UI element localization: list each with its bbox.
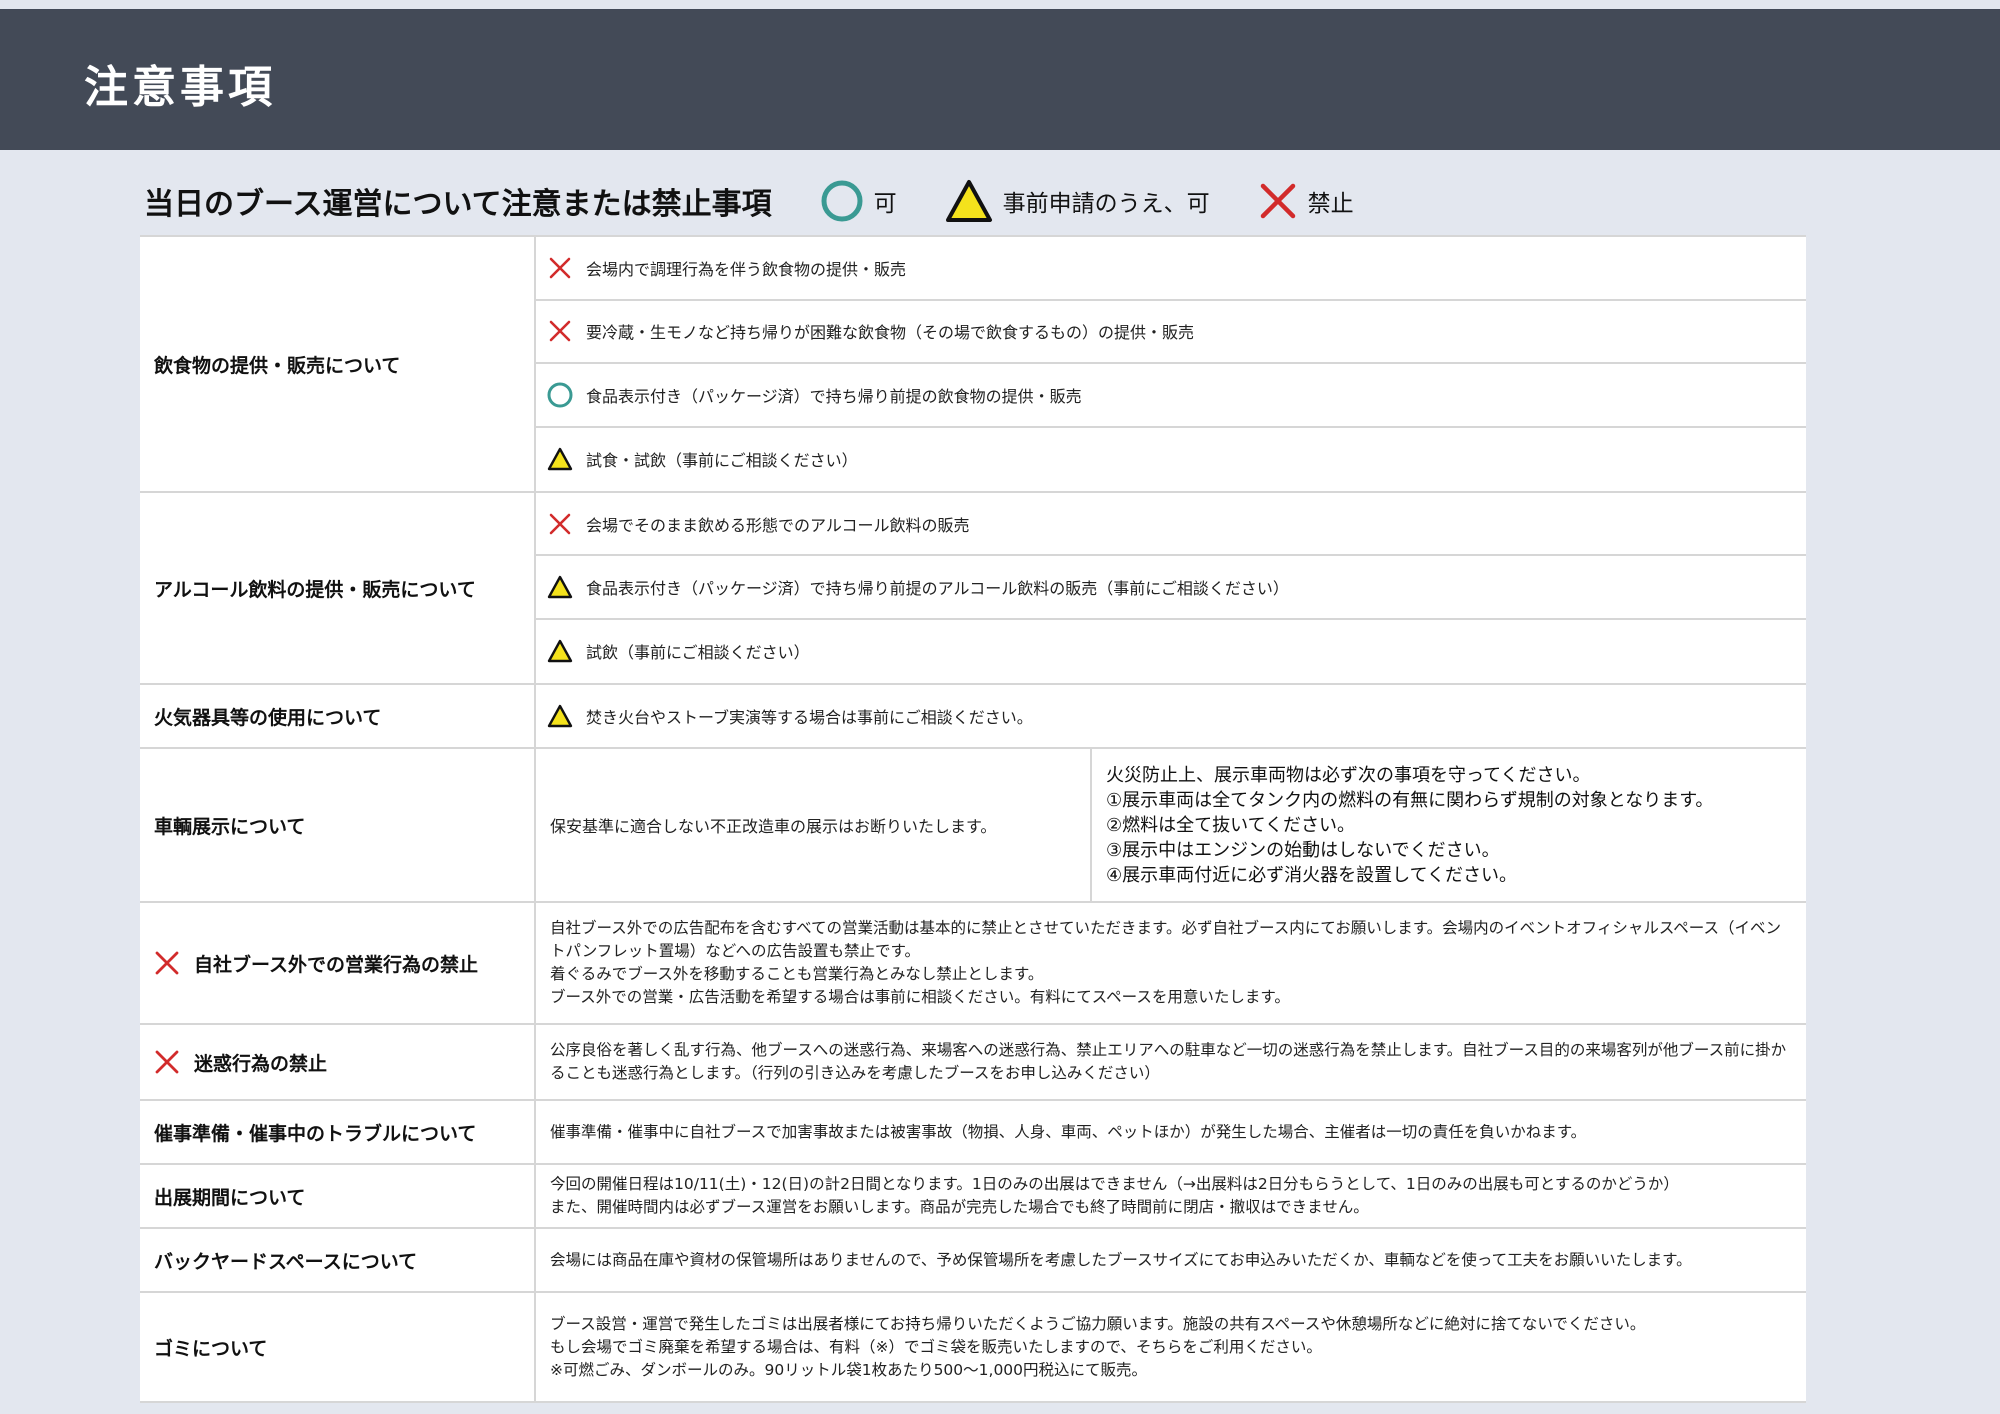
- description-line: 自社ブース外での広告配布を含むすべての営業活動は基本的に禁止とさせていただきます…: [550, 919, 1782, 960]
- category-label: 自社ブース外での営業行為の禁止: [140, 903, 536, 1023]
- category-text: 自社ブース外での営業行為の禁止: [194, 953, 479, 976]
- page-header: 注意事項: [0, 9, 2000, 150]
- item-text: 要冷蔵・生モノなど持ち帰りが困難な飲食物（その場で飲食するもの）の提供・販売: [586, 323, 1195, 343]
- vehicle-details: 保安基準に適合しない不正改造車の展示はお断りいたします。 火災防止上、展示車両物…: [536, 749, 1806, 901]
- item-text: 会場内で調理行為を伴う飲食物の提供・販売: [586, 259, 907, 279]
- vehicle-rule-line: ②燃料は全て抜いてください。: [1106, 814, 1356, 836]
- list-item: 試食・試飲（事前にご相談ください）: [536, 428, 1806, 491]
- description-line: 今回の開催日程は10/11(土)・12(日)の計2日間となります。1日のみの出展…: [550, 1175, 1679, 1193]
- cross-icon: [1260, 183, 1295, 219]
- description-line: ※可燃ごみ、ダンボールのみ。90リットル袋1枚あたり500〜1,000円税込にて…: [550, 1360, 1148, 1379]
- row-description: 今回の開催日程は10/11(土)・12(日)の計2日間となります。1日のみの出展…: [536, 1165, 1806, 1227]
- table-row-garbage: ゴミについて ブース設営・運営で発生したゴミは出展者様にてお持ち帰りいただくよう…: [140, 1293, 1806, 1401]
- table-row-trouble: 催事準備・催事中のトラブルについて 催事準備・催事中に自社ブースで加害事故または…: [140, 1101, 1806, 1165]
- triangle-icon: [547, 448, 573, 471]
- row-description: 自社ブース外での広告配布を含むすべての営業活動は基本的に禁止とさせていただきます…: [536, 903, 1806, 1023]
- vehicle-rule-line: 火災防止上、展示車両物は必ず次の事項を守ってください。: [1106, 764, 1591, 786]
- legend-conditional-label: 事前申請のうえ、可: [1002, 191, 1210, 217]
- triangle-icon: [547, 640, 573, 663]
- item-list: 焚き火台やストーブ実演等する場合は事前にご相談ください。: [536, 685, 1806, 747]
- item-text: 食品表示付き（パッケージ済）で持ち帰り前提のアルコール飲料の販売（事前にご相談く…: [586, 579, 1289, 599]
- row-description: 公序良俗を著しく乱す行為、他ブースへの迷惑行為、来場客への迷惑行為、禁止エリアへ…: [536, 1025, 1806, 1099]
- description-line: また、開催時間内は必ずブース運営をお願いします。商品が完売した場合でも終了時間前…: [550, 1198, 1369, 1216]
- vehicle-rule-line: ①展示車両は全てタンク内の燃料の有無に関わらず規制の対象となります。: [1106, 789, 1714, 811]
- item-list: 会場内で調理行為を伴う飲食物の提供・販売 要冷蔵・生モノなど持ち帰りが困難な飲食…: [536, 237, 1806, 491]
- top-strip: [0, 0, 2000, 9]
- cross-icon: [155, 1050, 179, 1074]
- row-description: 会場には商品在庫や資材の保管場所はありませんので、予め保管場所を考慮したブースサ…: [536, 1229, 1806, 1291]
- cross-icon: [549, 320, 571, 342]
- list-item: 焚き火台やストーブ実演等する場合は事前にご相談ください。: [536, 685, 1806, 747]
- vehicle-rules: 火災防止上、展示車両物は必ず次の事項を守ってください。 ①展示車両は全てタンク内…: [1092, 749, 1806, 901]
- row-description: ブース設営・運営で発生したゴミは出展者様にてお持ち帰りいただくようご協力願います…: [536, 1293, 1806, 1401]
- description-line: 公序良俗を著しく乱す行為、他ブースへの迷惑行為、来場客への迷惑行為、禁止エリアへ…: [550, 1041, 1787, 1082]
- item-text: 食品表示付き（パッケージ済）で持ち帰り前提の飲食物の提供・販売: [586, 386, 1082, 406]
- category-label: 迷惑行為の禁止: [140, 1025, 536, 1099]
- section-heading: 当日のブース運営について注意または禁止事項 可 事前申請のうえ、可 禁止: [144, 178, 1354, 224]
- table-row-food: 飲食物の提供・販売について 会場内で調理行為を伴う飲食物の提供・販売 要冷蔵・生…: [140, 237, 1806, 493]
- category-label: 飲食物の提供・販売について: [140, 237, 536, 491]
- list-item: 要冷蔵・生モノなど持ち帰りが困難な飲食物（その場で飲食するもの）の提供・販売: [536, 301, 1806, 364]
- item-text: 焚き火台やストーブ実演等する場合は事前にご相談ください。: [586, 708, 1033, 727]
- category-label: 催事準備・催事中のトラブルについて: [140, 1101, 536, 1163]
- legend-ok: 可: [820, 179, 897, 223]
- triangle-icon: [945, 180, 992, 222]
- item-text: 試飲（事前にご相談ください）: [586, 643, 810, 663]
- vehicle-note: 保安基準に適合しない不正改造車の展示はお断りいたします。: [536, 749, 1092, 901]
- table-row-sales: 自社ブース外での営業行為の禁止 自社ブース外での広告配布を含むすべての営業活動は…: [140, 903, 1806, 1025]
- list-item: 食品表示付き（パッケージ済）で持ち帰り前提の飲食物の提供・販売: [536, 364, 1806, 428]
- legend-prohibited-label: 禁止: [1307, 191, 1354, 217]
- legend-prohibited: 禁止: [1258, 181, 1354, 221]
- cross-icon: [155, 951, 179, 975]
- vehicle-rule-line: ④展示車両付近に必ず消火器を設置してください。: [1106, 864, 1518, 886]
- description-line: 会場には商品在庫や資材の保管場所はありませんので、予め保管場所を考慮したブースサ…: [550, 1250, 1692, 1269]
- item-text: 会場でそのまま飲める形態でのアルコール飲料の販売: [586, 515, 970, 535]
- description-line: ブース外での営業・広告活動を希望する場合は事前に相談ください。有料にてスペースを…: [550, 988, 1290, 1006]
- table-row-vehicle: 車輌展示について 保安基準に適合しない不正改造車の展示はお断りいたします。 火災…: [140, 749, 1806, 903]
- category-text: 迷惑行為の禁止: [194, 1052, 328, 1075]
- category-label: 車輌展示について: [140, 749, 536, 901]
- section-title: 当日のブース運営について注意または禁止事項: [144, 187, 772, 222]
- legend-ok-label: 可: [873, 191, 897, 217]
- item-list: 会場でそのまま飲める形態でのアルコール飲料の販売 食品表示付き（パッケージ済）で…: [536, 493, 1806, 683]
- table-row-backyard: バックヤードスペースについて 会場には商品在庫や資材の保管場所はありませんので、…: [140, 1229, 1806, 1293]
- description-line: 催事準備・催事中に自社ブースで加害事故または被害事故（物損、人身、車両、ペットほ…: [550, 1122, 1587, 1141]
- triangle-icon: [547, 704, 573, 728]
- table-row-fire: 火気器具等の使用について 焚き火台やストーブ実演等する場合は事前にご相談ください…: [140, 685, 1806, 749]
- cross-icon: [549, 257, 571, 279]
- list-item: 会場内で調理行為を伴う飲食物の提供・販売: [536, 237, 1806, 301]
- cross-icon: [549, 513, 571, 534]
- list-item: 会場でそのまま飲める形態でのアルコール飲料の販売: [536, 493, 1806, 557]
- category-label: バックヤードスペースについて: [140, 1229, 536, 1291]
- list-item: 試飲（事前にご相談ください）: [536, 620, 1806, 683]
- item-text: 試食・試飲（事前にご相談ください）: [586, 451, 858, 471]
- rules-table: 飲食物の提供・販売について 会場内で調理行為を伴う飲食物の提供・販売 要冷蔵・生…: [140, 235, 1806, 1403]
- triangle-icon: [547, 575, 573, 599]
- list-item: 食品表示付き（パッケージ済）で持ち帰り前提のアルコール飲料の販売（事前にご相談く…: [536, 556, 1806, 620]
- table-row-alcohol: アルコール飲料の提供・販売について 会場でそのまま飲める形態でのアルコール飲料の…: [140, 493, 1806, 685]
- category-label: ゴミについて: [140, 1293, 536, 1401]
- description-line: 着ぐるみでブース外を移動することも営業行為とみなし禁止とします。: [550, 965, 1044, 983]
- table-row-period: 出展期間について 今回の開催日程は10/11(土)・12(日)の計2日間となりま…: [140, 1165, 1806, 1229]
- description-line: もし会場でゴミ廃棄を希望する場合は、有料（※）でゴミ袋を販売いたしますので、そち…: [550, 1337, 1322, 1356]
- table-row-nuisance: 迷惑行為の禁止 公序良俗を著しく乱す行為、他ブースへの迷惑行為、来場客への迷惑行…: [140, 1025, 1806, 1101]
- circle-icon: [547, 382, 573, 408]
- page-title: 注意事項: [84, 62, 276, 113]
- vehicle-rule-line: ③展示中はエンジンの始動はしないでください。: [1106, 839, 1500, 861]
- description-line: ブース設営・運営で発生したゴミは出展者様にてお持ち帰りいただくようご協力願います…: [550, 1314, 1646, 1333]
- circle-icon: [821, 180, 863, 222]
- category-label: アルコール飲料の提供・販売について: [140, 493, 536, 683]
- category-label: 火気器具等の使用について: [140, 685, 536, 747]
- row-description: 催事準備・催事中に自社ブースで加害事故または被害事故（物損、人身、車両、ペットほ…: [536, 1101, 1806, 1163]
- legend-conditional: 事前申請のうえ、可: [945, 179, 1210, 223]
- category-label: 出展期間について: [140, 1165, 536, 1227]
